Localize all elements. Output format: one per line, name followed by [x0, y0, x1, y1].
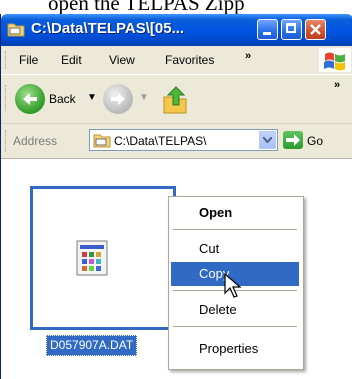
- page-caption: open the TELPAS Zipp: [48, 0, 245, 14]
- forward-dropdown-icon[interactable]: ▼: [139, 92, 149, 103]
- back-button[interactable]: [15, 84, 45, 114]
- menu-file[interactable]: File: [19, 53, 38, 67]
- address-input[interactable]: C:\Data\TELPAS\: [89, 129, 278, 151]
- minimize-icon: [263, 32, 271, 35]
- close-button[interactable]: [305, 19, 326, 40]
- dat-file-icon[interactable]: [76, 240, 108, 276]
- menu-overflow-chevron[interactable]: »: [245, 50, 251, 62]
- forward-arrow-icon: [111, 93, 125, 105]
- window-title: C:\Data\TELPAS\[05...: [31, 20, 185, 37]
- context-cut[interactable]: Cut: [171, 237, 299, 261]
- go-arrow-icon: [286, 134, 300, 146]
- toolbar-overflow-chevron[interactable]: »: [334, 79, 340, 91]
- address-folder-icon: [93, 134, 111, 148]
- address-grip[interactable]: [5, 130, 8, 152]
- menu-view[interactable]: View: [109, 53, 135, 67]
- context-delete[interactable]: Delete: [171, 298, 299, 322]
- back-arrow-icon: [23, 93, 37, 105]
- address-dropdown-button[interactable]: [259, 131, 276, 149]
- maximize-button[interactable]: [281, 19, 302, 40]
- menubar-grip[interactable]: [5, 51, 8, 69]
- go-button-icon[interactable]: [283, 131, 303, 149]
- context-separator: [173, 229, 297, 230]
- title-bar[interactable]: C:\Data\TELPAS\[05...: [1, 14, 352, 46]
- context-properties[interactable]: Properties: [171, 337, 299, 361]
- menu-bar: File Edit View Favorites »: [1, 46, 352, 75]
- minimize-button[interactable]: [257, 19, 278, 40]
- folder-icon: [7, 23, 25, 37]
- standard-toolbar: Back ▼ ▼ »: [1, 75, 352, 124]
- windows-logo: [319, 48, 351, 72]
- file-name-label[interactable]: D057907A.DAT: [46, 335, 138, 356]
- chevron-down-icon: [263, 137, 272, 143]
- menu-favorites[interactable]: Favorites: [165, 53, 214, 67]
- forward-button[interactable]: [103, 84, 133, 114]
- mouse-cursor-icon: [224, 273, 242, 298]
- back-dropdown-icon[interactable]: ▼: [87, 92, 97, 103]
- back-label[interactable]: Back: [49, 92, 76, 106]
- address-value: C:\Data\TELPAS\: [114, 134, 207, 148]
- maximize-icon: [286, 23, 296, 33]
- close-icon: [310, 24, 321, 35]
- context-separator: [173, 326, 297, 327]
- go-label[interactable]: Go: [307, 134, 323, 148]
- menu-edit[interactable]: Edit: [61, 53, 82, 67]
- address-label: Address: [13, 134, 58, 148]
- address-bar: Address C:\Data\TELPAS\ Go: [1, 124, 352, 159]
- toolbar-grip[interactable]: [5, 85, 8, 111]
- up-folder-icon[interactable]: [161, 83, 191, 115]
- context-open[interactable]: Open: [171, 201, 299, 225]
